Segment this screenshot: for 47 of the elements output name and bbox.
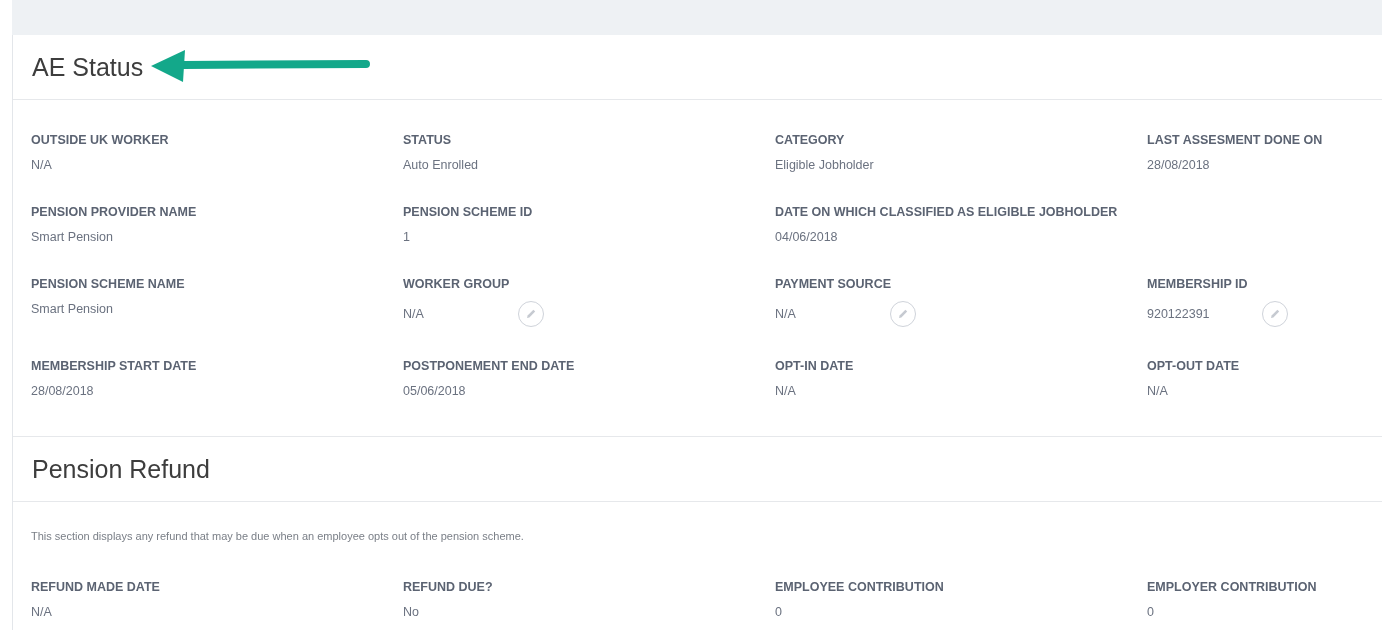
field-label: STATUS xyxy=(403,132,453,148)
field-label: OPT-OUT DATE xyxy=(1147,358,1241,374)
field-label: WORKER GROUP xyxy=(403,276,511,292)
field-value: N/A xyxy=(1147,383,1169,399)
field-value: N/A xyxy=(31,603,53,620)
field-value: N/A xyxy=(403,306,425,322)
pencil-icon xyxy=(897,308,909,320)
field-value: 920122391 xyxy=(1147,306,1211,322)
section-title: AE Status xyxy=(32,52,144,82)
field-value: N/A xyxy=(775,306,797,322)
field-label: EMPLOYER CONTRIBUTION xyxy=(1147,578,1318,595)
field-value: 0 xyxy=(775,603,783,620)
field-value: 28/08/2018 xyxy=(1147,157,1211,173)
field-label: PAYMENT SOURCE xyxy=(775,276,892,292)
section-description: This section displays any refund that may be due when an employee opts out of the pension scheme. xyxy=(31,529,525,544)
field-value: 04/06/2018 xyxy=(775,229,839,245)
field-label: REFUND DUE? xyxy=(403,578,494,595)
field-value: No xyxy=(403,603,420,620)
field-value: 1 xyxy=(403,229,411,245)
pencil-icon xyxy=(1269,308,1281,320)
field-label: PENSION SCHEME ID xyxy=(403,204,534,220)
field-label: PENSION PROVIDER NAME xyxy=(31,204,198,220)
field-label: DATE ON WHICH CLASSIFIED AS ELIGIBLE JOBHOLDER xyxy=(775,204,1119,220)
edit-button[interactable] xyxy=(890,301,916,327)
field-value: Smart Pension xyxy=(31,229,114,245)
field-value: N/A xyxy=(31,157,53,173)
field-value: 05/06/2018 xyxy=(403,383,467,399)
field-value: N/A xyxy=(775,383,797,399)
field-label: PENSION SCHEME NAME xyxy=(31,276,186,292)
field-value: Eligible Jobholder xyxy=(775,157,875,173)
field-value: 28/08/2018 xyxy=(31,383,95,399)
section-title: Pension Refund xyxy=(32,454,210,484)
field-label: LAST ASSESMENT DONE ON xyxy=(1147,132,1324,148)
field-label: EMPLOYEE CONTRIBUTION xyxy=(775,578,945,595)
field-label: POSTPONEMENT END DATE xyxy=(403,358,576,374)
field-value: Smart Pension xyxy=(31,301,114,317)
field-label: CATEGORY xyxy=(775,132,846,148)
field-value: Auto Enrolled xyxy=(403,157,480,173)
edit-button[interactable] xyxy=(518,301,544,327)
field-label: OUTSIDE UK WORKER xyxy=(31,132,170,148)
field-label: REFUND MADE DATE xyxy=(31,578,161,595)
field-value: 0 xyxy=(1147,603,1155,620)
field-label: MEMBERSHIP START DATE xyxy=(31,358,198,374)
field-label: OPT-IN DATE xyxy=(775,358,855,374)
field-label: MEMBERSHIP ID xyxy=(1147,276,1249,292)
edit-button[interactable] xyxy=(1262,301,1288,327)
pencil-icon xyxy=(525,308,537,320)
